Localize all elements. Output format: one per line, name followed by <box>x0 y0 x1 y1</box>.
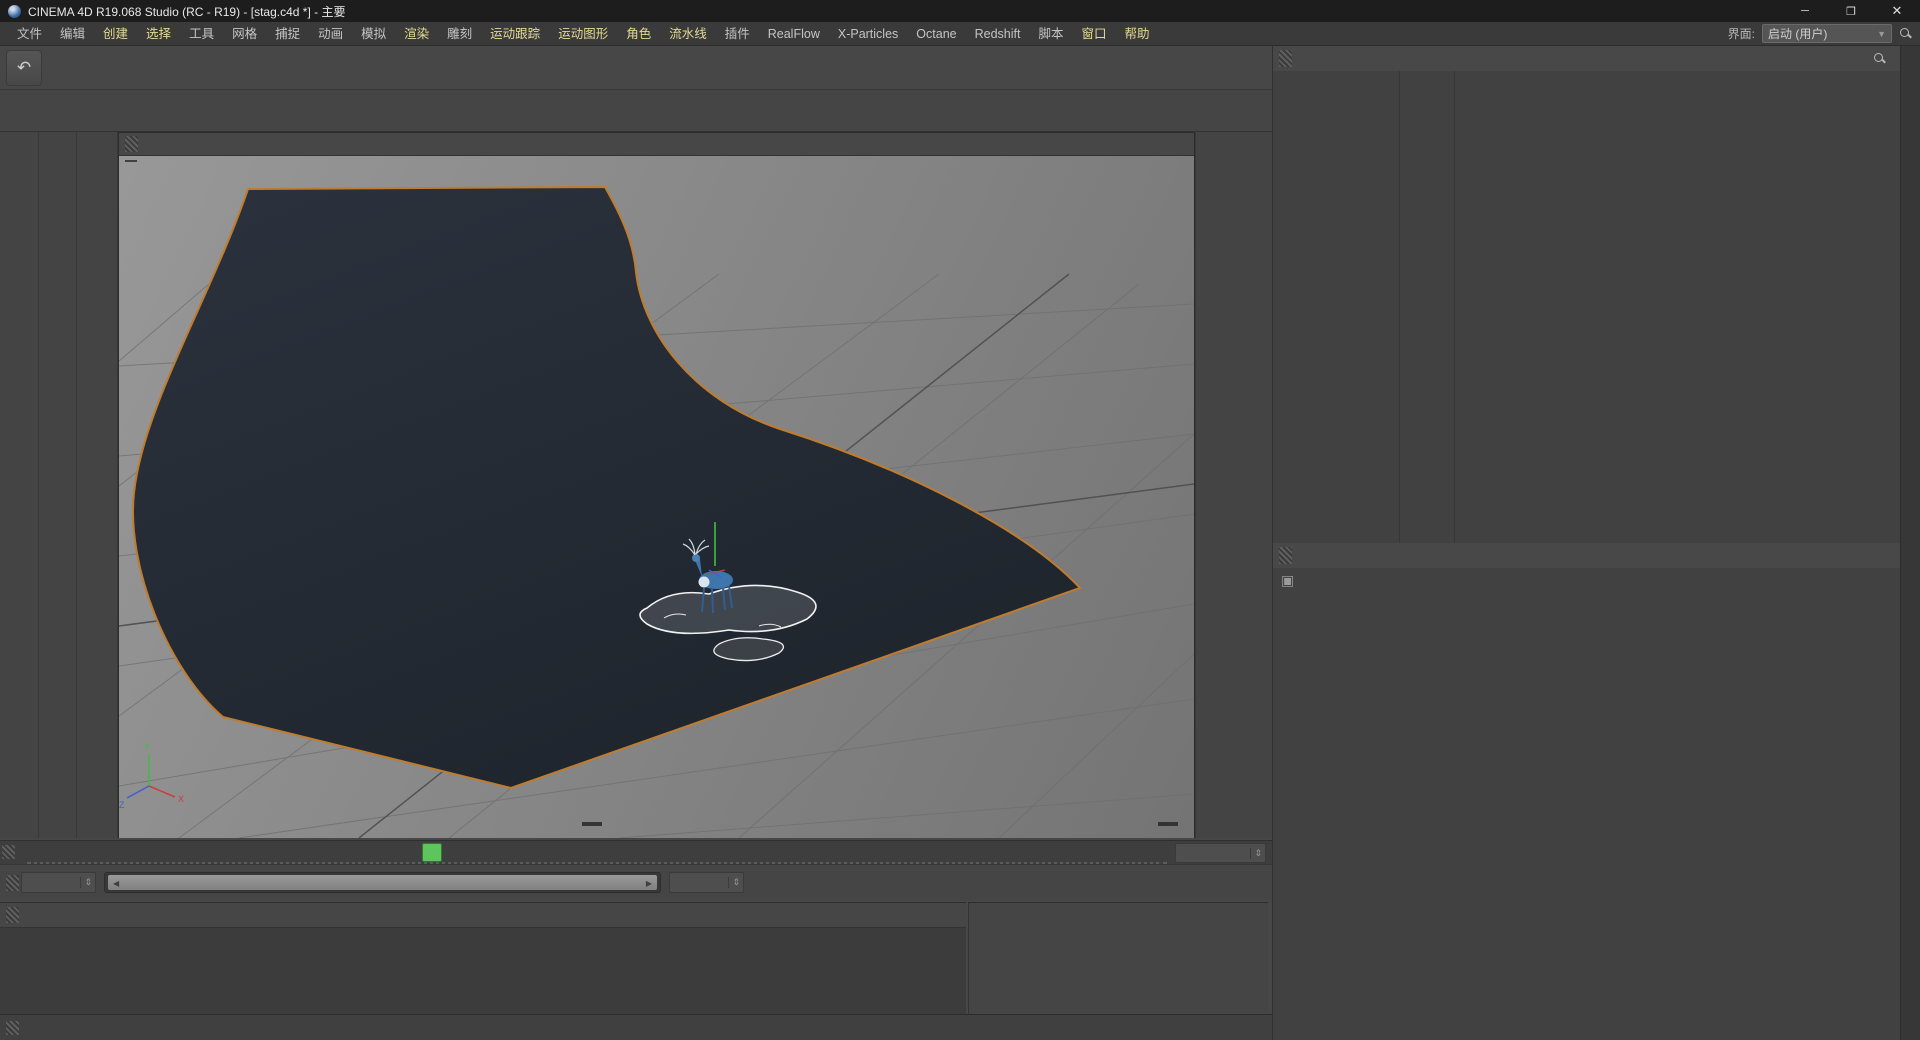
panel-handle[interactable] <box>1279 547 1292 565</box>
maximize-button[interactable]: ❐ <box>1828 0 1874 22</box>
axis-y-label: Y <box>144 742 150 752</box>
menu-item[interactable]: RealFlow <box>759 22 829 46</box>
modeling-palette-area <box>1195 132 1273 838</box>
menu-item[interactable]: 窗口 <box>1072 22 1115 46</box>
panel-handle[interactable] <box>6 907 19 924</box>
om-search-icon[interactable] <box>1873 52 1886 65</box>
menu-item[interactable]: 选择 <box>137 22 180 46</box>
cinema4d-window: CINEMA 4D R19.068 Studio (RC - R19) - [s… <box>0 0 1920 1040</box>
object-manager-menu <box>1273 46 1900 72</box>
end-frame-spinner[interactable]: ⇕ <box>669 872 744 893</box>
dot-palette <box>77 132 118 838</box>
panel-handle[interactable] <box>6 875 19 891</box>
start-frame-spinner[interactable]: ⇕ <box>21 872 96 893</box>
timeline-ruler[interactable]: ⇕ <box>0 840 1272 865</box>
column-divider <box>1454 71 1455 543</box>
mode-palette <box>0 132 39 838</box>
right-panel: ▣ <box>1272 46 1900 1040</box>
menu-item[interactable]: 动画 <box>309 22 352 46</box>
maxon-logo <box>4 933 38 1013</box>
interface-value: 启动 (用户) <box>1768 25 1827 42</box>
command-palette <box>39 132 78 838</box>
modeling-palette-b <box>1200 132 1204 838</box>
coordinate-manager <box>968 902 1268 1014</box>
undo-icon[interactable]: ↶ <box>6 50 42 86</box>
menu-item[interactable]: 捕捉 <box>266 22 309 46</box>
menu-item[interactable]: Redshift <box>966 22 1030 46</box>
menu-item[interactable]: 运动图形 <box>549 22 617 46</box>
main-menu-bar: 文件 编辑 创建 选择 工具 网格 捕捉 动画 模拟 渲染 雕刻 运动 <box>0 22 1920 46</box>
column-divider <box>1399 71 1400 543</box>
window-title: CINEMA 4D R19.068 Studio (RC - R19) - [s… <box>28 3 345 20</box>
close-button[interactable]: ✕ <box>1874 0 1920 22</box>
scene-graphics: Y X Z <box>119 156 1194 838</box>
search-icon[interactable] <box>1899 27 1912 40</box>
edge-tab-strip <box>1900 46 1920 1040</box>
interface-label: 界面: <box>1728 25 1755 42</box>
viewport-canvas[interactable]: Y X Z <box>119 156 1194 838</box>
viewport-panel: Y X Z <box>118 132 1195 838</box>
chevron-down-icon: ▼ <box>1877 29 1886 39</box>
axis-z-label: Z <box>119 800 125 810</box>
menu-item[interactable]: 脚本 <box>1029 22 1072 46</box>
backdrop-object[interactable] <box>133 187 1080 788</box>
menu-item[interactable]: 创建 <box>94 22 137 46</box>
menu-item[interactable]: 网格 <box>223 22 266 46</box>
menu-item[interactable]: Octane <box>907 22 965 46</box>
main-toolbar: ↶ <box>0 46 1272 90</box>
range-bar[interactable] <box>108 875 657 890</box>
range-end-label: ▶ <box>638 877 660 889</box>
status-bar <box>0 1014 1272 1040</box>
panel-handle[interactable] <box>6 1021 19 1035</box>
material-manager-menu <box>0 903 966 928</box>
animation-transport-bar: ⇕ ◀ ▶ ⇕ <box>0 864 1272 900</box>
menu-item[interactable]: 工具 <box>180 22 223 46</box>
attribute-tabs <box>1273 592 1901 618</box>
left-palette-area <box>0 132 118 838</box>
minimize-button[interactable]: ─ <box>1782 0 1828 22</box>
current-frame-spinner[interactable]: ⇕ <box>1175 843 1266 863</box>
axis-x-label: X <box>178 794 184 804</box>
range-start-label: ◀ <box>105 877 127 889</box>
menu-item[interactable]: X-Particles <box>829 22 907 46</box>
app-icon <box>8 5 21 18</box>
menu-item[interactable]: 插件 <box>716 22 759 46</box>
bevel-cube-icon: ▣ <box>1281 572 1294 589</box>
modeling-toolbar <box>0 90 1272 132</box>
menu-item[interactable]: 雕刻 <box>438 22 481 46</box>
spinner-arrows-icon[interactable]: ⇕ <box>728 877 743 888</box>
menu-item[interactable]: 渲染 <box>395 22 438 46</box>
menu-item[interactable]: 运动跟踪 <box>481 22 549 46</box>
material-manager <box>0 902 966 1015</box>
panel-handle[interactable] <box>125 136 138 151</box>
timeline-playhead[interactable] <box>422 843 442 862</box>
view-label <box>125 160 137 162</box>
attribute-body <box>1273 618 1901 1040</box>
preview-range-slider[interactable]: ◀ ▶ <box>104 872 661 893</box>
grid-spacing-readout <box>1158 822 1178 826</box>
framerate-readout <box>582 822 602 826</box>
panel-handle[interactable] <box>2 845 15 859</box>
title-bar: CINEMA 4D R19.068 Studio (RC - R19) - [s… <box>0 0 1920 22</box>
spinner-arrows-icon[interactable]: ⇕ <box>1250 848 1265 859</box>
viewport-menu-bar <box>119 133 1194 156</box>
panel-handle[interactable] <box>1279 50 1292 68</box>
object-manager-tree <box>1273 71 1901 543</box>
world-axis-gizmo: Y X Z <box>119 742 184 810</box>
interface-dropdown[interactable]: 启动 (用户) ▼ <box>1762 24 1892 43</box>
menu-item[interactable]: 帮助 <box>1116 22 1159 46</box>
attribute-manager-menu <box>1273 543 1909 569</box>
menu-item[interactable]: 编辑 <box>51 22 94 46</box>
tool-title: ▣ <box>1273 568 1901 592</box>
menu-item[interactable]: 角色 <box>617 22 660 46</box>
menu-item[interactable]: 流水线 <box>660 22 716 46</box>
menu-item[interactable]: 文件 <box>8 22 51 46</box>
menu-item[interactable]: 模拟 <box>352 22 395 46</box>
spinner-arrows-icon[interactable]: ⇕ <box>80 877 95 888</box>
